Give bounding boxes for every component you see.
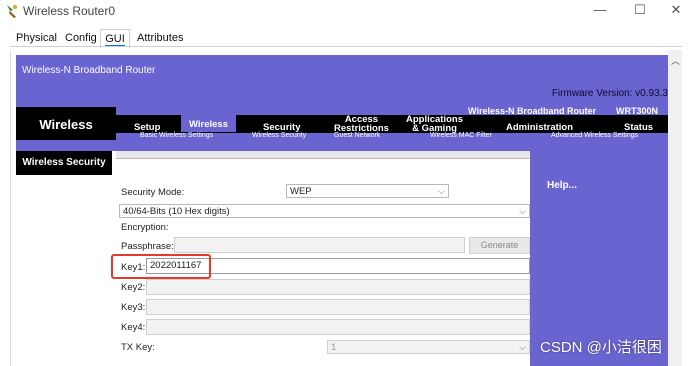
key2-field[interactable] <box>146 279 530 295</box>
chevron-down-icon: ⌵ <box>438 186 445 196</box>
side-column: Wireless Security <box>16 151 116 366</box>
tab-physical[interactable]: Physical <box>16 29 57 47</box>
passphrase-label: Passphrase: <box>121 241 174 252</box>
form-top-strip <box>116 151 530 159</box>
tx-key-label: TX Key: <box>121 342 155 353</box>
chevron-down-icon: ⌵ <box>519 206 526 216</box>
tab-config[interactable]: Config <box>65 29 97 47</box>
nav-status[interactable]: Status <box>624 123 653 133</box>
watermark: CSDN @小洁很困 <box>540 339 662 356</box>
nav-applications-gaming[interactable]: Applications & Gaming <box>406 115 463 134</box>
subnav-guest-network[interactable]: Guest Network <box>334 132 380 139</box>
key4-label: Key4: <box>121 322 146 333</box>
generate-button[interactable]: Generate <box>469 237 530 254</box>
security-mode-select[interactable]: WEP ⌵ <box>286 184 449 198</box>
encryption-bits-select[interactable]: 40/64-Bits (10 Hex digits) ⌵ <box>119 204 530 218</box>
subnav-basic-wireless[interactable]: Basic Wireless Settings <box>140 132 213 139</box>
product-name: Wireless-N Broadband Router <box>22 65 156 76</box>
key2-label: Key2: <box>121 282 146 293</box>
chevron-down-icon: ⌵ <box>519 342 526 352</box>
security-mode-value: WEP <box>290 186 312 197</box>
title-bar: Wireless Router0 — ☐ ✕ <box>0 0 692 22</box>
model-number: WRT300N <box>615 106 658 116</box>
firmware-version: Firmware Version: v0.93.3 <box>551 88 668 99</box>
security-mode-label: Security Mode: <box>121 187 185 198</box>
scroll-up-icon[interactable]: ︿ <box>669 54 682 66</box>
subnav-wireless-security[interactable]: Wireless Security <box>252 132 306 139</box>
nav-security[interactable]: Security <box>263 123 301 133</box>
encryption-bits-value: 40/64-Bits (10 Hex digits) <box>123 206 230 217</box>
key3-field[interactable] <box>146 299 530 315</box>
model-name: Wireless-N Broadband Router <box>468 106 596 116</box>
subnav-mac-filter[interactable]: Wireless MAC Filter <box>430 132 492 139</box>
section-title: Wireless <box>39 117 93 132</box>
side-label: Wireless Security <box>16 151 112 175</box>
encryption-label: Encryption: <box>121 222 169 233</box>
tx-key-select[interactable]: 1 ⌵ <box>327 340 530 354</box>
section-title-box: Wireless <box>16 107 116 140</box>
close-button[interactable]: ✕ <box>656 0 692 22</box>
subnav-advanced[interactable]: Advanced Wireless Settings <box>551 132 638 139</box>
key4-field[interactable] <box>146 319 530 335</box>
help-panel: Help... <box>530 151 668 366</box>
nav-administration[interactable]: Administration <box>506 123 573 133</box>
minimize-button[interactable]: — <box>580 0 620 22</box>
key3-label: Key3: <box>121 302 146 313</box>
nav-wireless[interactable]: Wireless <box>181 115 236 132</box>
maximize-button[interactable]: ☐ <box>620 0 660 22</box>
help-link[interactable]: Help... <box>547 180 577 191</box>
tx-key-value: 1 <box>331 342 337 353</box>
nav-setup[interactable]: Setup <box>134 123 160 133</box>
gui-frame: Wireless-N Broadband Router Firmware Ver… <box>10 50 682 366</box>
nav-access-restrictions[interactable]: Access Restrictions <box>334 115 389 134</box>
tab-attributes[interactable]: Attributes <box>137 29 183 47</box>
passphrase-field[interactable] <box>174 237 465 253</box>
vertical-scrollbar[interactable]: ︿ <box>668 50 682 366</box>
router-header: Wireless-N Broadband Router Firmware Ver… <box>16 55 668 151</box>
router-app-icon <box>7 5 17 18</box>
window-title: Wireless Router0 <box>23 4 116 18</box>
tab-divider <box>10 46 682 47</box>
tab-gui-label: GUI <box>105 33 125 46</box>
key1-highlight-box <box>111 254 211 279</box>
